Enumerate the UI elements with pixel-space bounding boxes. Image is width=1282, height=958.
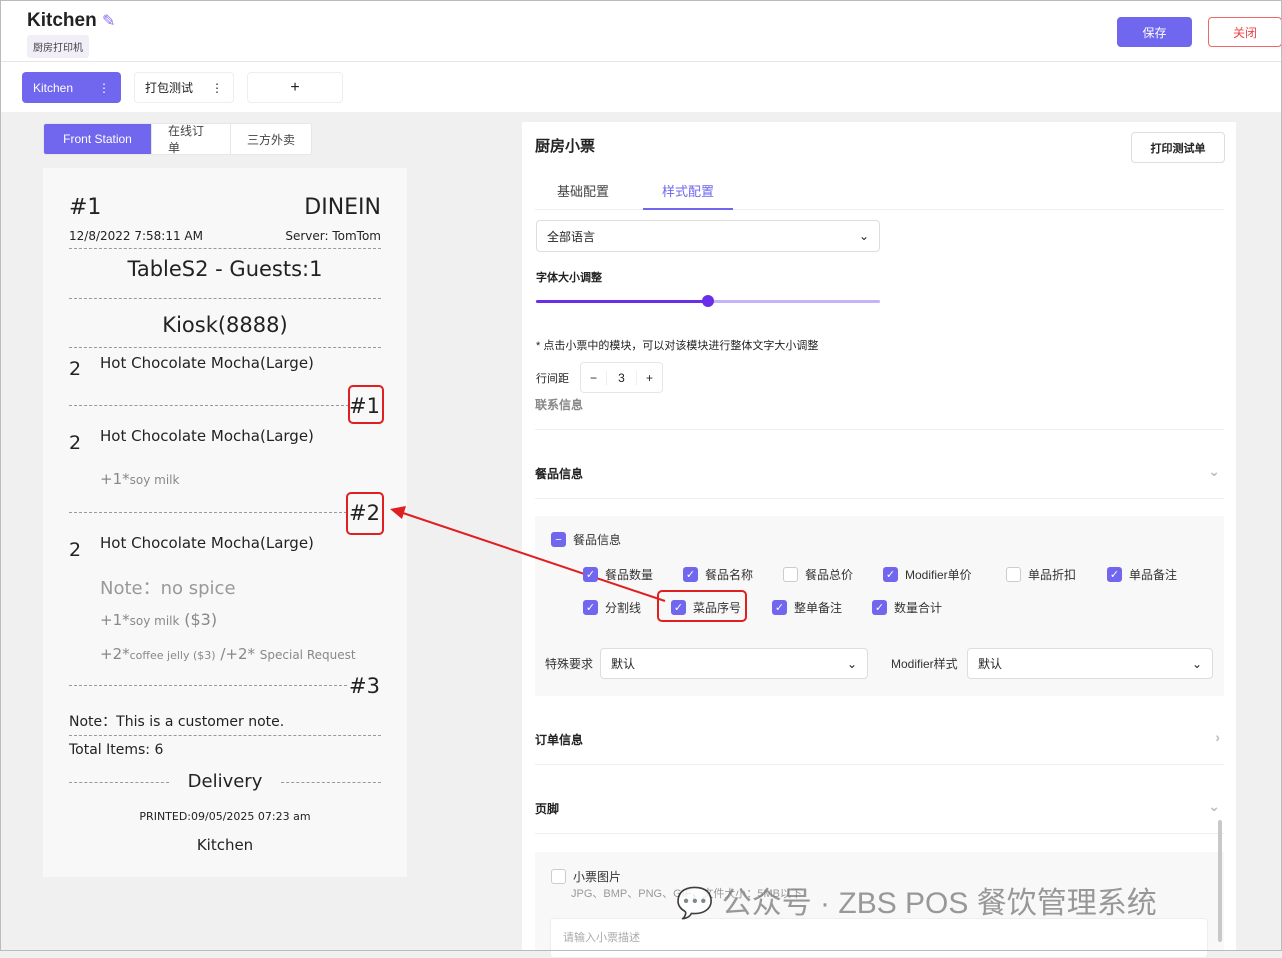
watermark: 💬 公众号 · ZBS POS 餐饮管理系统	[676, 878, 1157, 922]
checkbox[interactable]	[783, 567, 798, 582]
checkbox-option[interactable]: ✓ Modifier单价	[883, 566, 972, 583]
checkbox-label: 单品备注	[1129, 568, 1178, 582]
check-icon[interactable]: ✓	[883, 567, 898, 582]
wechat-icon: 💬	[676, 887, 714, 920]
check-icon[interactable]: ✓	[772, 600, 787, 615]
checkbox-label: 餐品名称	[705, 568, 754, 582]
checkbox-option[interactable]: ✓ 整单备注	[772, 599, 842, 616]
checkbox-option[interactable]: ✓ 餐品数量	[583, 566, 653, 583]
checkbox-label: Modifier单价	[905, 568, 972, 582]
checkbox-label: 分割线	[605, 601, 642, 615]
check-icon[interactable]: ✓	[583, 600, 598, 615]
check-icon[interactable]: ✓	[1107, 567, 1122, 582]
checkbox-option[interactable]: ✓ 菜品序号	[671, 599, 741, 616]
watermark-text: 公众号 · ZBS POS 餐饮管理系统	[721, 887, 1157, 920]
checkbox-option[interactable]: 餐品总价	[783, 566, 853, 583]
annotation-arrow	[390, 506, 666, 602]
checkbox-label: 数量合计	[894, 601, 943, 615]
checkbox-option[interactable]: ✓ 分割线	[583, 599, 641, 616]
check-icon[interactable]: ✓	[583, 567, 598, 582]
check-icon[interactable]: ✓	[683, 567, 698, 582]
checkbox-option[interactable]: ✓ 数量合计	[872, 599, 942, 616]
checkbox-option[interactable]: ✓ 单品备注	[1107, 566, 1177, 583]
checkbox-option[interactable]: ✓ 餐品名称	[683, 566, 753, 583]
checkbox-label: 整单备注	[794, 601, 843, 615]
checkbox-option[interactable]: 单品折扣	[1006, 566, 1076, 583]
checkbox-label: 餐品数量	[605, 568, 654, 582]
checkbox-label: 餐品总价	[805, 568, 854, 582]
checkbox[interactable]	[1006, 567, 1021, 582]
checkbox-label: 菜品序号	[693, 601, 742, 615]
checkbox-label: 单品折扣	[1028, 568, 1077, 582]
check-icon[interactable]: ✓	[872, 600, 887, 615]
check-icon[interactable]: ✓	[671, 600, 686, 615]
